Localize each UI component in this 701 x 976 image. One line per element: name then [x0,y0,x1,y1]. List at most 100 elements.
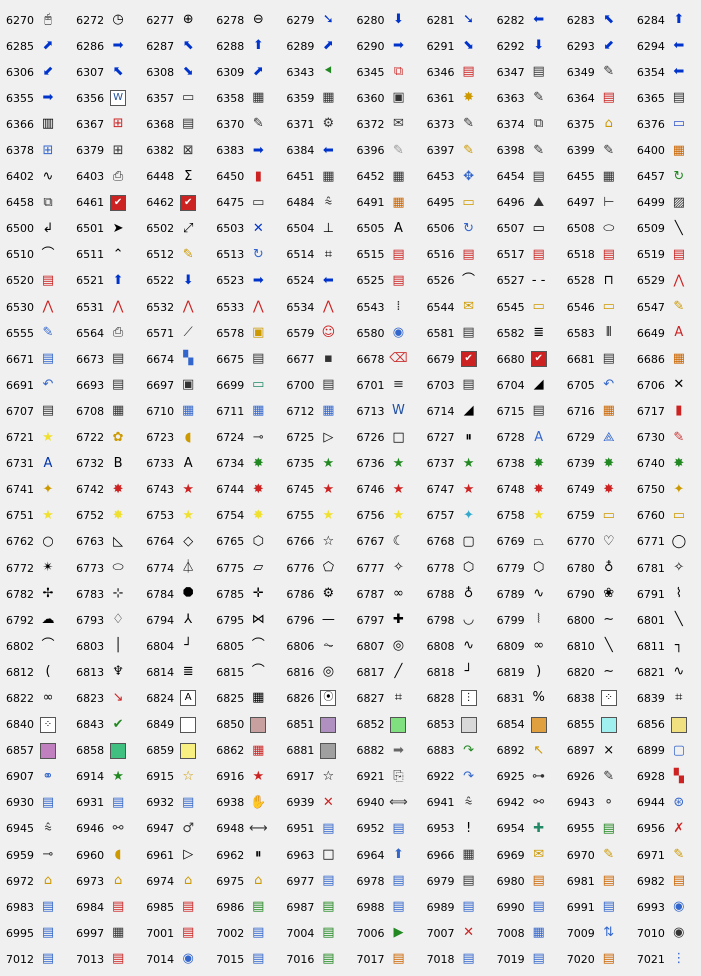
icon-cell-6882[interactable]: 6882 ➡ [350,738,420,764]
icon-cell-6516[interactable]: 6516 ▤ [421,242,491,268]
icon-cell-6373[interactable]: 6373 ✎ [421,111,491,137]
icon-cell-6272[interactable]: 6272 ◷ [70,7,140,33]
icon-cell-6881[interactable]: 6881 [280,738,350,764]
icon-cell-7017[interactable]: 7017 ▤ [350,946,420,972]
icon-cell-6354[interactable]: 6354 ⬅ [631,59,701,85]
icon-cell-6708[interactable]: 6708 ▦ [70,398,140,424]
icon-cell-6765[interactable]: 6765 ⬡ [210,529,280,555]
icon-cell-6807[interactable]: 6807 ◎ [350,633,420,659]
icon-cell-6745[interactable]: 6745 ★ [280,477,350,503]
icon-cell-6741[interactable]: 6741 ✦ [0,477,70,503]
icon-cell-6458[interactable]: 6458 ⧉ [0,190,70,216]
icon-cell-6753[interactable]: 6753 ★ [140,503,210,529]
icon-cell-6770[interactable]: 6770 ♡ [561,529,631,555]
icon-cell-6726[interactable]: 6726 □ [350,425,420,451]
icon-cell-6813[interactable]: 6813 ♆ [70,659,140,685]
icon-cell-6285[interactable]: 6285 ⬈ [0,33,70,59]
icon-cell-6805[interactable]: 6805 ⌒ [210,633,280,659]
icon-cell-6960[interactable]: 6960 ◖ [70,842,140,868]
icon-cell-6849[interactable]: 6849 [140,712,210,738]
icon-cell-6379[interactable]: 6379 ⊞ [70,137,140,163]
icon-cell-6735[interactable]: 6735 ★ [280,451,350,477]
icon-cell-6750[interactable]: 6750 ✦ [631,477,701,503]
icon-cell-6520[interactable]: 6520 ▤ [0,268,70,294]
icon-cell-6857[interactable]: 6857 [0,738,70,764]
icon-cell-7013[interactable]: 7013 ▤ [70,946,140,972]
icon-cell-6579[interactable]: 6579 ☺ [280,320,350,346]
icon-cell-6704[interactable]: 6704 ◢ [491,372,561,398]
icon-cell-6817[interactable]: 6817 ╱ [350,659,420,685]
icon-cell-6398[interactable]: 6398 ✎ [491,137,561,163]
icon-cell-6529[interactable]: 6529 ⋀ [631,268,701,294]
icon-cell-6356[interactable]: 6356 W [70,85,140,111]
icon-cell-6781[interactable]: 6781 ✧ [631,555,701,581]
icon-cell-6792[interactable]: 6792 ☁ [0,607,70,633]
icon-cell-6739[interactable]: 6739 ✸ [561,451,631,477]
icon-cell-6851[interactable]: 6851 [280,712,350,738]
icon-cell-6457[interactable]: 6457 ↻ [631,164,701,190]
icon-cell-6506[interactable]: 6506 ↻ [421,216,491,242]
icon-cell-6697[interactable]: 6697 ▣ [140,372,210,398]
icon-cell-6378[interactable]: 6378 ⊞ [0,137,70,163]
icon-cell-6946[interactable]: 6946 ⚯ [70,816,140,842]
icon-cell-6820[interactable]: 6820 ∼ [561,659,631,685]
icon-cell-6947[interactable]: 6947 ♂ [140,816,210,842]
icon-cell-6995[interactable]: 6995 ▤ [0,920,70,946]
icon-cell-6706[interactable]: 6706 ✕ [631,372,701,398]
icon-cell-6989[interactable]: 6989 ▤ [421,894,491,920]
icon-cell-6899[interactable]: 6899 ▢ [631,738,701,764]
icon-cell-6811[interactable]: 6811 ┐ [631,633,701,659]
icon-cell-6917[interactable]: 6917 ☆ [280,764,350,790]
icon-cell-6926[interactable]: 6926 ✎ [561,764,631,790]
icon-cell-6892[interactable]: 6892 ↖ [491,738,561,764]
icon-cell-7020[interactable]: 7020 ▤ [561,946,631,972]
icon-cell-6555[interactable]: 6555 ✎ [0,320,70,346]
icon-cell-7006[interactable]: 7006 ▶ [350,920,420,946]
icon-cell-6282[interactable]: 6282 ⬅ [491,7,561,33]
icon-cell-6363[interactable]: 6363 ✎ [491,85,561,111]
icon-cell-6747[interactable]: 6747 ★ [421,477,491,503]
icon-cell-6721[interactable]: 6721 ★ [0,425,70,451]
icon-cell-6799[interactable]: 6799 ⦚ [491,607,561,633]
icon-cell-6519[interactable]: 6519 ▤ [631,242,701,268]
icon-cell-6716[interactable]: 6716 ▦ [561,398,631,424]
icon-cell-6742[interactable]: 6742 ✸ [70,477,140,503]
icon-cell-6500[interactable]: 6500 ↲ [0,216,70,242]
icon-cell-6367[interactable]: 6367 ⊞ [70,111,140,137]
icon-cell-6543[interactable]: 6543 ⁞ [350,294,420,320]
icon-cell-6962[interactable]: 6962 ⏸ [210,842,280,868]
icon-cell-6290[interactable]: 6290 ➡ [350,33,420,59]
icon-cell-6729[interactable]: 6729 ⟁ [561,425,631,451]
icon-cell-6712[interactable]: 6712 ▦ [280,398,350,424]
icon-cell-6293[interactable]: 6293 ⬋ [561,33,631,59]
icon-cell-6944[interactable]: 6944 ⊛ [631,790,701,816]
icon-cell-6701[interactable]: 6701 ≡ [350,372,420,398]
icon-cell-6723[interactable]: 6723 ◖ [140,425,210,451]
icon-cell-6361[interactable]: 6361 ✸ [421,85,491,111]
icon-cell-6547[interactable]: 6547 ✎ [631,294,701,320]
icon-cell-6731[interactable]: 6731 A [0,451,70,477]
icon-cell-6525[interactable]: 6525 ▤ [350,268,420,294]
icon-cell-6294[interactable]: 6294 ⬅ [631,33,701,59]
icon-cell-6760[interactable]: 6760 ▭ [631,503,701,529]
icon-cell-6776[interactable]: 6776 ⬠ [280,555,350,581]
icon-cell-6727[interactable]: 6727 ⏸ [421,425,491,451]
icon-cell-6397[interactable]: 6397 ✎ [421,137,491,163]
icon-cell-6360[interactable]: 6360 ▣ [350,85,420,111]
icon-cell-6858[interactable]: 6858 [70,738,140,764]
icon-cell-7018[interactable]: 7018 ▤ [421,946,491,972]
icon-cell-6564[interactable]: 6564 ⎙ [70,320,140,346]
icon-cell-6759[interactable]: 6759 ▭ [561,503,631,529]
icon-cell-6508[interactable]: 6508 ⬭ [561,216,631,242]
icon-cell-7010[interactable]: 7010 ◉ [631,920,701,946]
icon-cell-6970[interactable]: 6970 ✎ [561,842,631,868]
icon-cell-6725[interactable]: 6725 ▷ [280,425,350,451]
icon-cell-7021[interactable]: 7021 ⋮ [631,946,701,972]
icon-cell-6680[interactable]: 6680 ✔ [491,346,561,372]
icon-cell-6838[interactable]: 6838 ⁘ [561,685,631,711]
icon-cell-6819[interactable]: 6819) [491,659,561,685]
icon-cell-6452[interactable]: 6452 ▦ [350,164,420,190]
icon-cell-7007[interactable]: 7007 ✕ [421,920,491,946]
icon-cell-6679[interactable]: 6679 ✔ [421,346,491,372]
icon-cell-6812[interactable]: 6812 ( [0,659,70,685]
